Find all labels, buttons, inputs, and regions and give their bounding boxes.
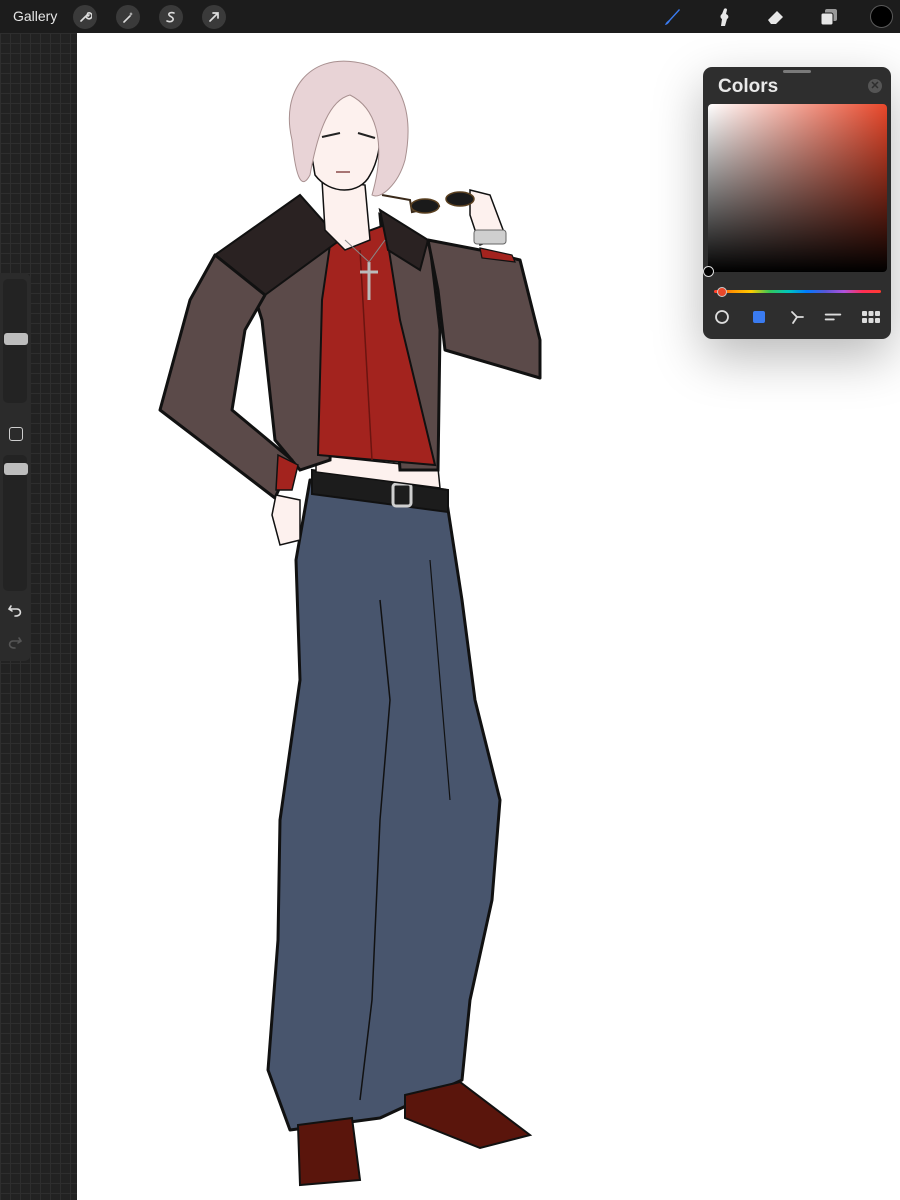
value-icon[interactable] <box>824 308 842 326</box>
brush-icon[interactable] <box>659 4 685 30</box>
hue-slider-knob[interactable] <box>717 287 727 297</box>
harmony-icon[interactable] <box>788 308 806 326</box>
panel-grabber[interactable] <box>783 70 811 73</box>
left-sidebar <box>0 273 31 661</box>
top-toolbar: Gallery <box>0 0 900 33</box>
smudge-icon[interactable] <box>711 4 737 30</box>
color-picker-marker[interactable] <box>703 266 714 277</box>
redo-icon[interactable] <box>6 633 24 651</box>
classic-icon[interactable] <box>750 308 768 326</box>
brush-size-thumb[interactable] <box>4 333 28 345</box>
eraser-icon[interactable] <box>763 4 789 30</box>
transform-arrow-icon[interactable] <box>202 5 226 29</box>
undo-icon[interactable] <box>6 601 24 619</box>
opacity-slider[interactable] <box>3 455 28 591</box>
disc-icon[interactable] <box>713 308 731 326</box>
colors-panel-title: Colors <box>718 76 779 97</box>
opacity-thumb[interactable] <box>4 463 28 475</box>
current-color-swatch[interactable] <box>870 5 893 28</box>
gallery-button[interactable]: Gallery <box>13 8 57 24</box>
colors-panel: Colors ✕ <box>703 67 891 339</box>
selection-s-icon[interactable] <box>159 5 183 29</box>
brush-size-slider[interactable] <box>3 279 28 403</box>
palettes-icon[interactable] <box>862 308 880 326</box>
magic-wand-icon[interactable] <box>116 5 140 29</box>
modify-button[interactable] <box>9 427 23 441</box>
saturation-brightness-square[interactable] <box>703 104 887 277</box>
close-icon[interactable]: ✕ <box>868 79 882 93</box>
layers-icon[interactable] <box>816 4 842 30</box>
wrench-icon[interactable] <box>73 5 97 29</box>
hue-slider[interactable] <box>714 287 881 297</box>
